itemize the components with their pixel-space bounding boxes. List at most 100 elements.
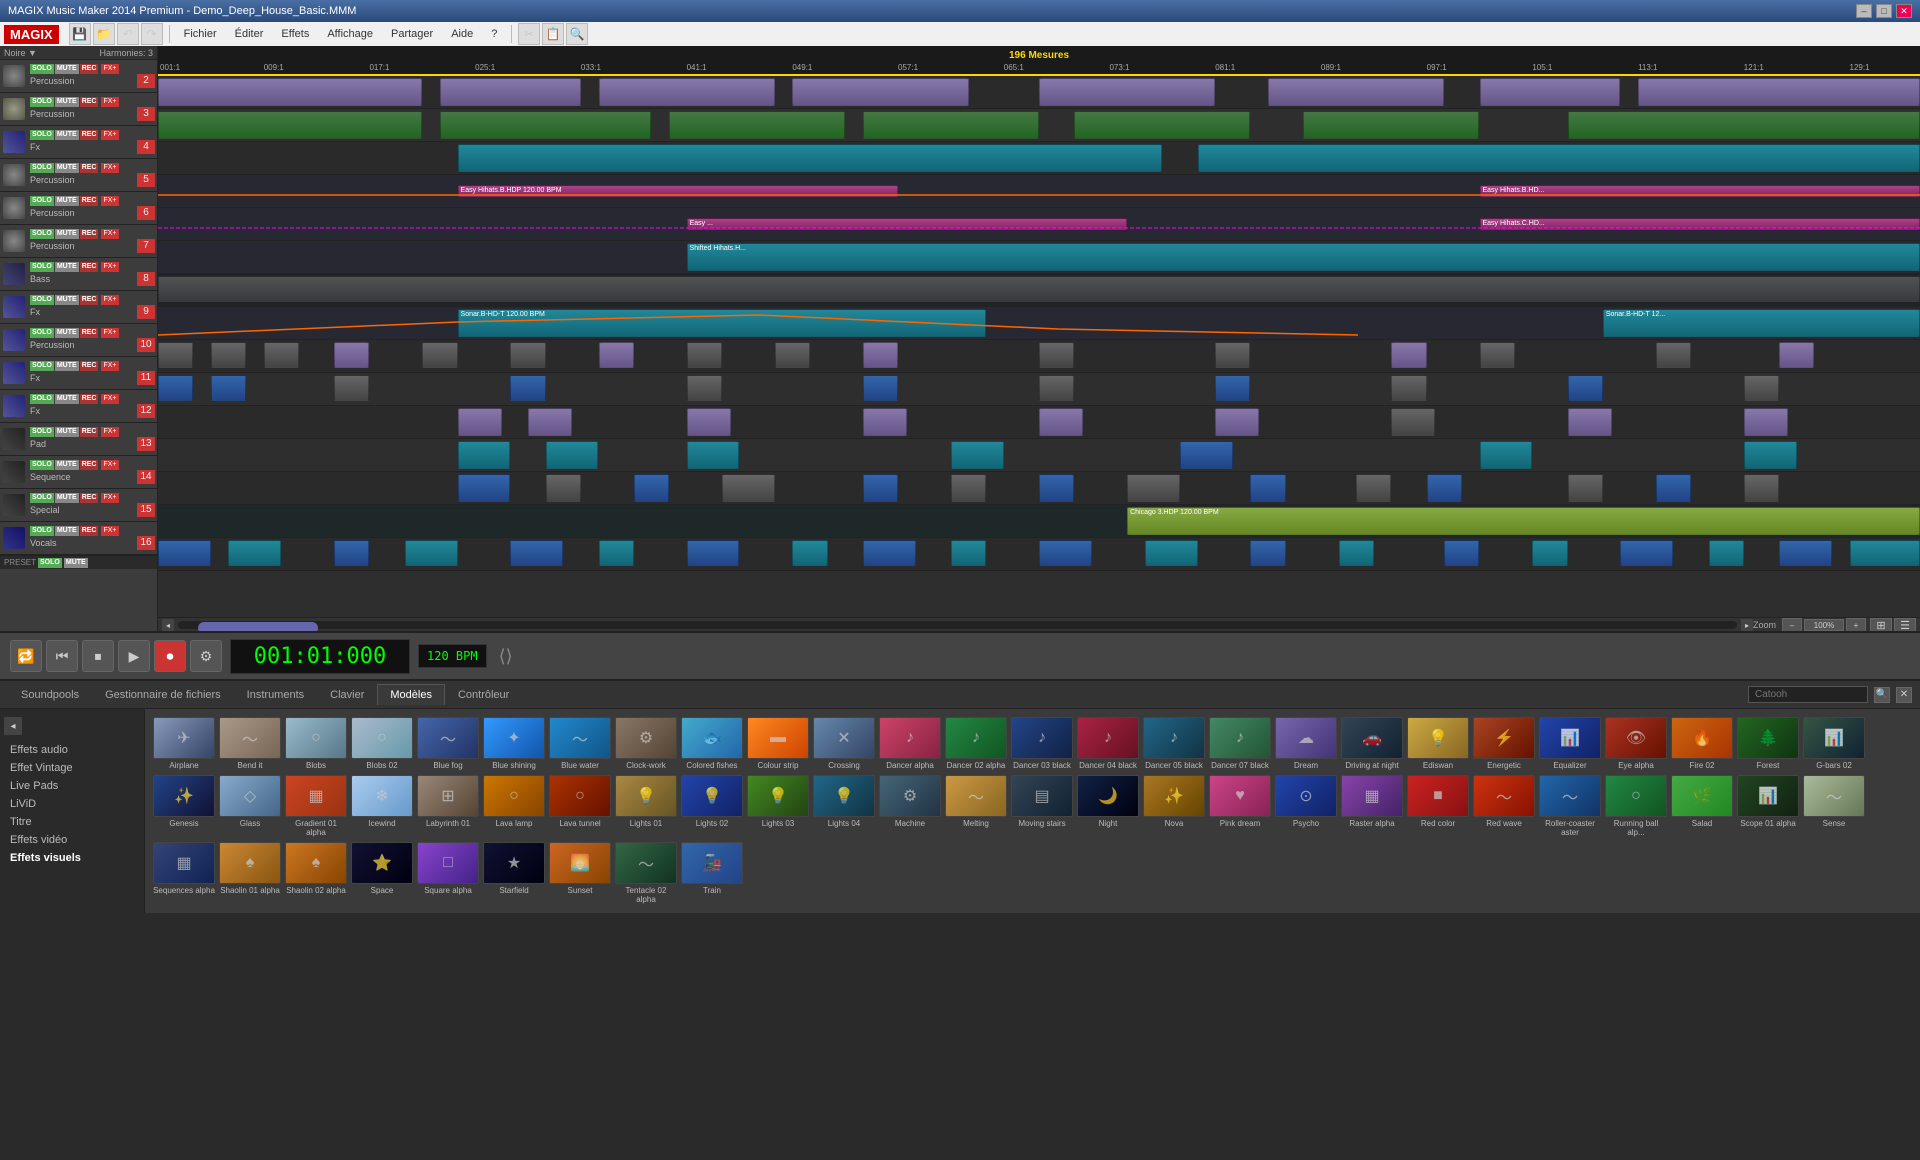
stop-btn[interactable]: ⏹ — [82, 640, 114, 672]
rec-btn-15[interactable]: REC — [80, 493, 99, 503]
clip-15-7[interactable] — [687, 540, 740, 566]
solo-btn-15[interactable]: SOLO — [30, 493, 54, 503]
media-item-40[interactable]: 🌙 Night — [1077, 775, 1139, 838]
clip-15-20[interactable] — [1850, 540, 1920, 566]
mute-btn-11[interactable]: MUTE — [55, 361, 79, 371]
solo-btn-6[interactable]: SOLO — [30, 196, 54, 206]
toolbar-save[interactable]: 💾 — [69, 23, 91, 45]
clip-11-8[interactable] — [1568, 408, 1612, 436]
clip-10-10[interactable] — [1568, 375, 1603, 401]
clip-10-4[interactable] — [510, 375, 545, 401]
mute-btn-9[interactable]: MUTE — [55, 295, 79, 305]
clip-13-5[interactable] — [863, 474, 898, 502]
solo-btn-8[interactable]: SOLO — [30, 262, 54, 272]
search-icon[interactable]: 🔍 — [1874, 687, 1890, 703]
clip-5-2[interactable]: Easy Hihats.C.HD... — [1480, 218, 1920, 230]
clip-12-6[interactable] — [1480, 441, 1533, 469]
clip-1-3[interactable] — [599, 78, 775, 106]
media-item-39[interactable]: ▤ Moving stairs — [1011, 775, 1073, 838]
clip-13-11[interactable] — [1427, 474, 1462, 502]
clip-15-6[interactable] — [599, 540, 634, 566]
clip-10-7[interactable] — [1039, 375, 1074, 401]
media-item-36[interactable]: 💡 Lights 04 — [813, 775, 875, 838]
rec-btn-14[interactable]: REC — [80, 460, 99, 470]
media-item-31[interactable]: ○ Lava lamp — [483, 775, 545, 838]
toolbar-cut[interactable]: ✂ — [518, 23, 540, 45]
clip-1-6[interactable] — [1268, 78, 1444, 106]
clip-1-2[interactable] — [440, 78, 581, 106]
clip-15-14[interactable] — [1339, 540, 1374, 566]
cat-effets-audio[interactable]: Effets audio — [4, 741, 140, 759]
mute-btn-4[interactable]: MUTE — [55, 130, 79, 140]
rec-btn-2[interactable]: REC — [80, 64, 99, 74]
clip-12-2[interactable] — [546, 441, 599, 469]
clip-1-1[interactable] — [158, 78, 422, 106]
media-item-14[interactable]: ♪ Dancer 04 black — [1077, 717, 1139, 771]
media-item-38[interactable]: 〜 Melting — [945, 775, 1007, 838]
clip-15-4[interactable] — [405, 540, 458, 566]
media-item-48[interactable]: ○ Running ball alp... — [1605, 775, 1667, 838]
toolbar-open[interactable]: 📁 — [93, 23, 115, 45]
clip-15-9[interactable] — [863, 540, 916, 566]
toolbar-paste[interactable]: 📋 — [542, 23, 564, 45]
clip-9-12[interactable] — [1215, 342, 1250, 368]
rec-btn-13[interactable]: REC — [80, 427, 99, 437]
menu-editer[interactable]: Éditer — [227, 26, 272, 42]
mute-btn-16[interactable]: MUTE — [55, 526, 79, 536]
media-item-52[interactable]: ▦ Sequences alpha — [153, 842, 215, 905]
mute-btn-5[interactable]: MUTE — [55, 163, 79, 173]
mute-btn-2[interactable]: MUTE — [55, 64, 79, 74]
rec-btn-5[interactable]: REC — [80, 163, 99, 173]
rewind-btn[interactable]: ⏮ — [46, 640, 78, 672]
clip-10-2[interactable] — [211, 375, 246, 401]
media-item-35[interactable]: 💡 Lights 03 — [747, 775, 809, 838]
clip-12-7[interactable] — [1744, 441, 1797, 469]
toolbar-undo[interactable]: ↶ — [117, 23, 139, 45]
clip-12-3[interactable] — [687, 441, 740, 469]
media-item-5[interactable]: ✦ Blue shining — [483, 717, 545, 771]
clip-15-8[interactable] — [792, 540, 827, 566]
clip-10-5[interactable] — [687, 375, 722, 401]
clip-13-9[interactable] — [1250, 474, 1285, 502]
clip-12-1[interactable] — [458, 441, 511, 469]
clip-9-11[interactable] — [1039, 342, 1074, 368]
clip-15-3[interactable] — [334, 540, 369, 566]
media-item-12[interactable]: ♪ Dancer 02 alpha — [945, 717, 1007, 771]
media-item-37[interactable]: ⚙ Machine — [879, 775, 941, 838]
media-item-0[interactable]: ✈ Airplane — [153, 717, 215, 771]
cat-effet-vintage[interactable]: Effet Vintage — [4, 759, 140, 777]
clip-13-8[interactable] — [1127, 474, 1180, 502]
clip-10-8[interactable] — [1215, 375, 1250, 401]
clip-2-6[interactable] — [1303, 111, 1479, 139]
solo-btn-2[interactable]: SOLO — [30, 64, 54, 74]
clip-6-1[interactable]: Shifted Hihats.H... — [687, 243, 1920, 271]
media-item-42[interactable]: ♥ Pink dream — [1209, 775, 1271, 838]
clip-15-1[interactable] — [158, 540, 211, 566]
mute-btn-13[interactable]: MUTE — [55, 427, 79, 437]
media-item-18[interactable]: 🚗 Driving at night — [1341, 717, 1403, 771]
menu-effets[interactable]: Effets — [273, 26, 317, 42]
media-item-33[interactable]: 💡 Lights 01 — [615, 775, 677, 838]
mute-btn-6[interactable]: MUTE — [55, 196, 79, 206]
mute-btn-7[interactable]: MUTE — [55, 229, 79, 239]
media-item-59[interactable]: 〜 Tentacle 02 alpha — [615, 842, 677, 905]
clip-10-9[interactable] — [1391, 375, 1426, 401]
media-item-57[interactable]: ★ Starfield — [483, 842, 545, 905]
clip-9-2[interactable] — [211, 342, 246, 368]
clip-12-5[interactable] — [1180, 441, 1233, 469]
media-item-54[interactable]: ♠ Shaolin 02 alpha — [285, 842, 347, 905]
tab-models[interactable]: Modèles — [377, 684, 445, 705]
cat-effets-visuels[interactable]: Effets visuels — [4, 849, 140, 867]
collapse-btn[interactable]: ◂ — [4, 717, 22, 735]
clip-4-1[interactable]: Easy Hihats.B.HDP 120.00 BPM — [458, 185, 899, 197]
solo-btn-12[interactable]: SOLO — [30, 394, 54, 404]
clip-13-2[interactable] — [546, 474, 581, 502]
tracks-canvas[interactable]: Easy Hihats.B.HDP 120.00 BPM Easy Hihats… — [158, 76, 1920, 617]
minimize-button[interactable]: – — [1856, 4, 1872, 18]
media-item-7[interactable]: ⚙ Clock-work — [615, 717, 677, 771]
rec-btn-6[interactable]: REC — [80, 196, 99, 206]
media-item-20[interactable]: ⚡ Energetic — [1473, 717, 1535, 771]
media-item-46[interactable]: 〜 Red wave — [1473, 775, 1535, 838]
list-view-btn[interactable]: ☰ — [1894, 618, 1916, 631]
position-bar[interactable]: 196 Mesures 001:1 009:1 017:1 025:1 033:… — [158, 46, 1920, 76]
